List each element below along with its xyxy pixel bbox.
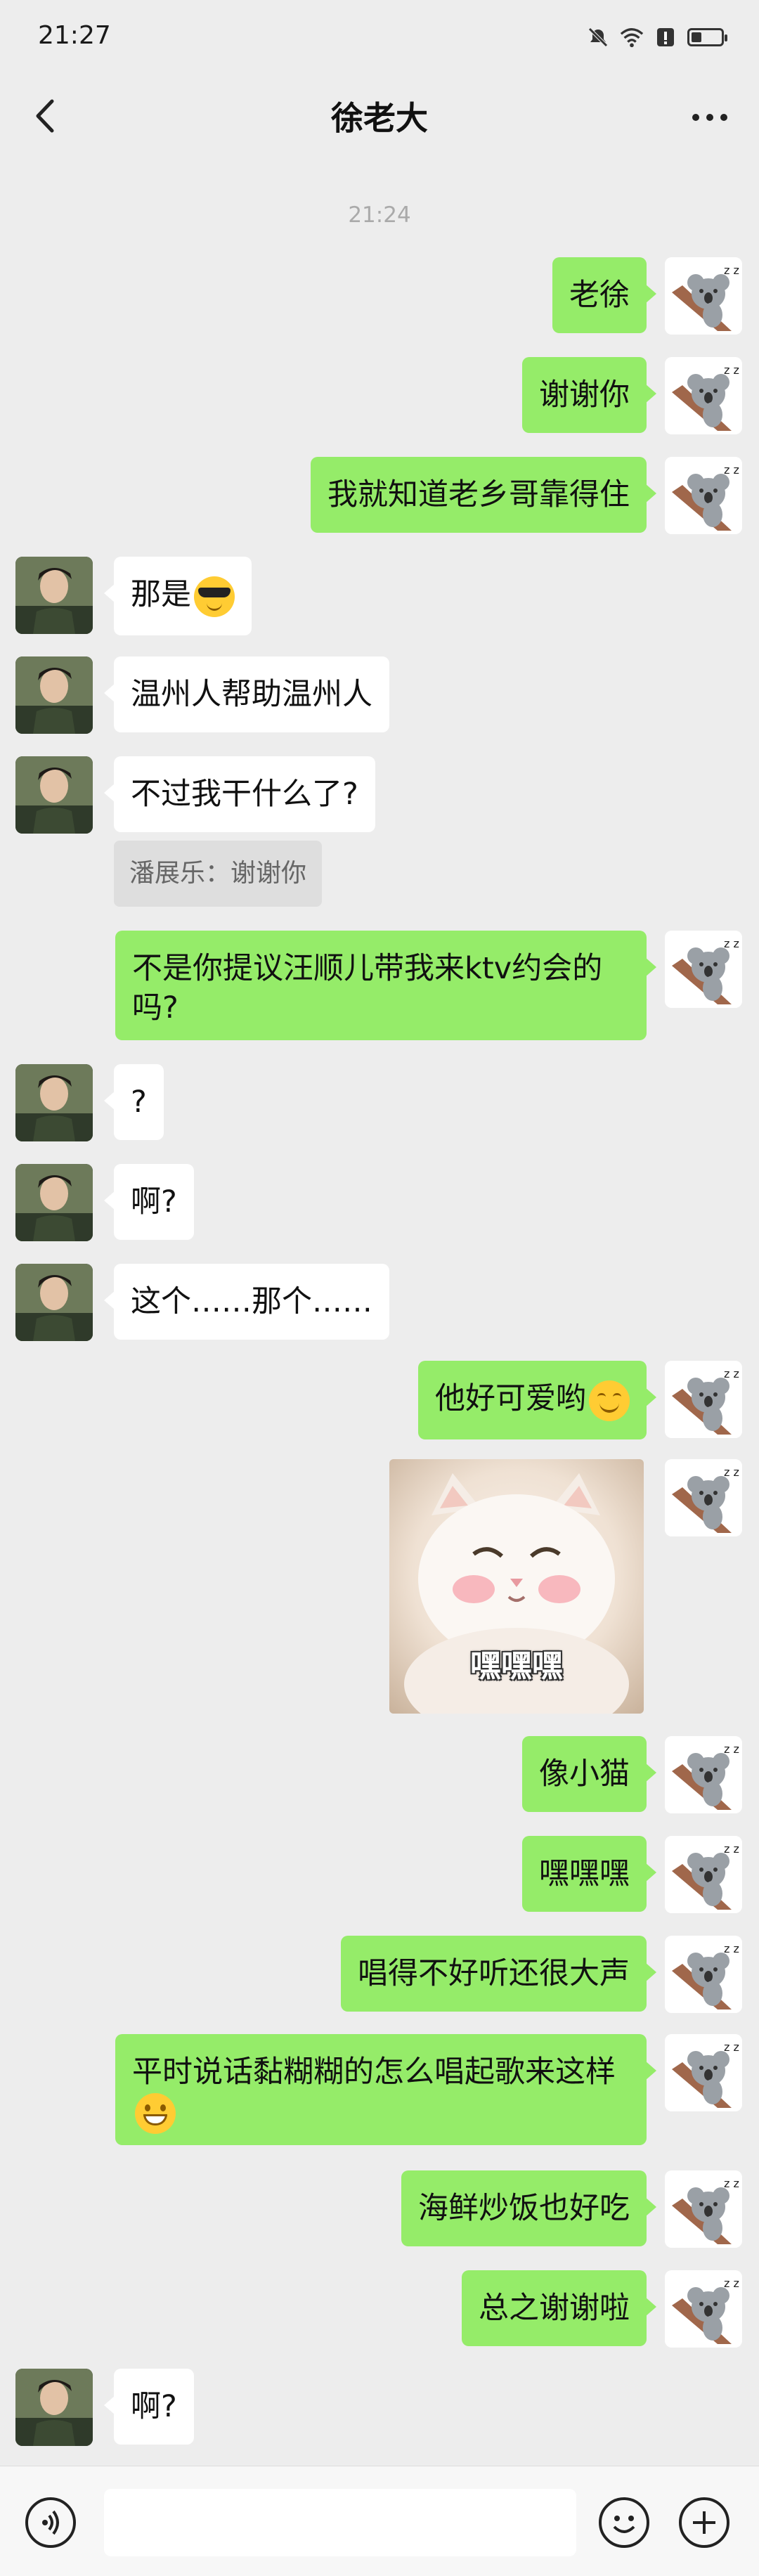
- message-text: 嘿嘿嘿: [539, 1856, 630, 1891]
- svg-text:z z: z z: [724, 1942, 739, 1955]
- message-bubble-incoming[interactable]: 这个……那个……: [104, 1264, 389, 1340]
- contact-avatar[interactable]: [15, 1064, 93, 1141]
- message-text: 我就知道老乡哥靠得住: [327, 477, 630, 512]
- message-bubble-incoming[interactable]: 啊?: [104, 2369, 194, 2445]
- contact-avatar[interactable]: [15, 1264, 93, 1341]
- status-bar: 21:27: [0, 0, 759, 77]
- message-text: 不过我干什么了?: [131, 777, 358, 812]
- my-avatar[interactable]: z z: [665, 2270, 742, 2348]
- mute-icon: [586, 25, 610, 49]
- svg-text:z z: z z: [724, 1842, 739, 1856]
- my-avatar[interactable]: z z: [665, 931, 742, 1008]
- svg-text:z z: z z: [724, 2277, 739, 2290]
- message-text: 平时说话黏糊糊的怎么唱起歌来这样: [132, 2054, 616, 2090]
- message-text: 啊?: [131, 1184, 177, 1219]
- message-bubble-outgoing[interactable]: 嘿嘿嘿: [522, 1836, 656, 1912]
- sunglasses-emoji-icon: [194, 576, 235, 617]
- message-bubble-incoming[interactable]: 那是: [104, 557, 252, 635]
- chat-header: 徐老大: [0, 77, 759, 156]
- message-text: 他好可爱哟: [435, 1381, 586, 1416]
- my-avatar[interactable]: z z: [665, 1836, 742, 1913]
- message-text: 那是: [131, 577, 191, 612]
- svg-text:z z: z z: [724, 363, 739, 377]
- grin-emoji-icon: [135, 2092, 176, 2134]
- chat-title: 徐老大: [331, 99, 428, 137]
- message-bubble-outgoing[interactable]: 谢谢你: [522, 357, 656, 433]
- white-kitten-sticker[interactable]: 嘿嘿嘿: [389, 1459, 644, 1714]
- plus-icon[interactable]: [679, 2497, 729, 2548]
- message-bubble-outgoing[interactable]: 唱得不好听还很大声: [341, 1936, 656, 2012]
- wifi-icon: [620, 25, 644, 49]
- message-bubble-outgoing[interactable]: 海鲜炒饭也好吃: [401, 2170, 656, 2246]
- voice-icon[interactable]: [25, 2497, 76, 2548]
- message-text: 唱得不好听还很大声: [358, 1956, 630, 1991]
- my-avatar[interactable]: z z: [665, 2170, 742, 2248]
- svg-text:z z: z z: [724, 1367, 739, 1380]
- contact-avatar[interactable]: [15, 1164, 93, 1241]
- svg-text:z z: z z: [724, 2177, 739, 2190]
- message-text: 这个……那个……: [131, 1284, 372, 1319]
- message-text: 啊?: [131, 2389, 177, 2424]
- my-avatar[interactable]: z z: [665, 1736, 742, 1813]
- emoji-icon[interactable]: [599, 2497, 649, 2548]
- svg-text:z z: z z: [724, 1465, 739, 1479]
- status-icons: [586, 25, 727, 49]
- more-dots-icon[interactable]: [682, 93, 738, 142]
- message-text: 温州人帮助温州人: [131, 677, 372, 712]
- message-bubble-outgoing[interactable]: 老徐: [552, 257, 656, 333]
- status-time: 21:27: [38, 21, 111, 50]
- smile-emoji-icon: [589, 1380, 630, 1421]
- message-text: 不是你提议汪顺儿带我来ktv约会的吗?: [132, 951, 603, 1025]
- message-bubble-incoming[interactable]: 啊?: [104, 1164, 194, 1240]
- message-text: 谢谢你: [539, 377, 630, 413]
- message-text: 总之谢谢啦: [479, 2291, 630, 2326]
- contact-avatar[interactable]: [15, 2369, 93, 2446]
- svg-text:z z: z z: [724, 264, 739, 277]
- svg-text:z z: z z: [724, 937, 739, 950]
- message-text: ?: [131, 1085, 147, 1120]
- my-avatar[interactable]: z z: [665, 357, 742, 434]
- message-bubble-outgoing[interactable]: 总之谢谢啦: [462, 2270, 656, 2346]
- message-bubble-outgoing[interactable]: 他好可爱哟: [418, 1361, 656, 1439]
- svg-text:z z: z z: [724, 2040, 739, 2054]
- message-input[interactable]: [104, 2489, 576, 2556]
- sticker-caption: 嘿嘿嘿: [470, 1648, 563, 1684]
- contact-avatar[interactable]: [15, 656, 93, 734]
- message-text: 像小猫: [539, 1756, 630, 1792]
- message-bubble-incoming[interactable]: ?: [104, 1064, 164, 1140]
- my-avatar[interactable]: z z: [665, 2034, 742, 2111]
- quoted-message[interactable]: 潘展乐：谢谢你: [114, 841, 323, 907]
- my-avatar[interactable]: z z: [665, 1361, 742, 1438]
- my-avatar[interactable]: z z: [665, 457, 742, 534]
- svg-text:z z: z z: [724, 1742, 739, 1756]
- contact-avatar[interactable]: [15, 756, 93, 834]
- message-bubble-outgoing[interactable]: 我就知道老乡哥靠得住: [311, 457, 656, 533]
- message-bubble-outgoing[interactable]: 不是你提议汪顺儿带我来ktv约会的吗?: [115, 931, 656, 1040]
- battery-icon: [687, 28, 727, 46]
- message-text: 海鲜炒饭也好吃: [418, 2191, 630, 2226]
- my-avatar[interactable]: z z: [665, 1459, 742, 1536]
- my-avatar[interactable]: z z: [665, 257, 742, 335]
- input-bar: [0, 2466, 759, 2576]
- my-avatar[interactable]: z z: [665, 1936, 742, 2013]
- message-text: 老徐: [569, 278, 630, 313]
- message-bubble-incoming[interactable]: 不过我干什么了?: [104, 756, 375, 832]
- message-bubble-outgoing[interactable]: 像小猫: [522, 1736, 656, 1812]
- message-bubble-incoming[interactable]: 温州人帮助温州人: [104, 656, 389, 732]
- message-timestamp: 21:24: [348, 202, 411, 228]
- alert-icon: [654, 25, 677, 49]
- svg-text:z z: z z: [724, 463, 739, 477]
- contact-avatar[interactable]: [15, 557, 93, 634]
- message-bubble-outgoing[interactable]: 平时说话黏糊糊的怎么唱起歌来这样: [115, 2034, 656, 2145]
